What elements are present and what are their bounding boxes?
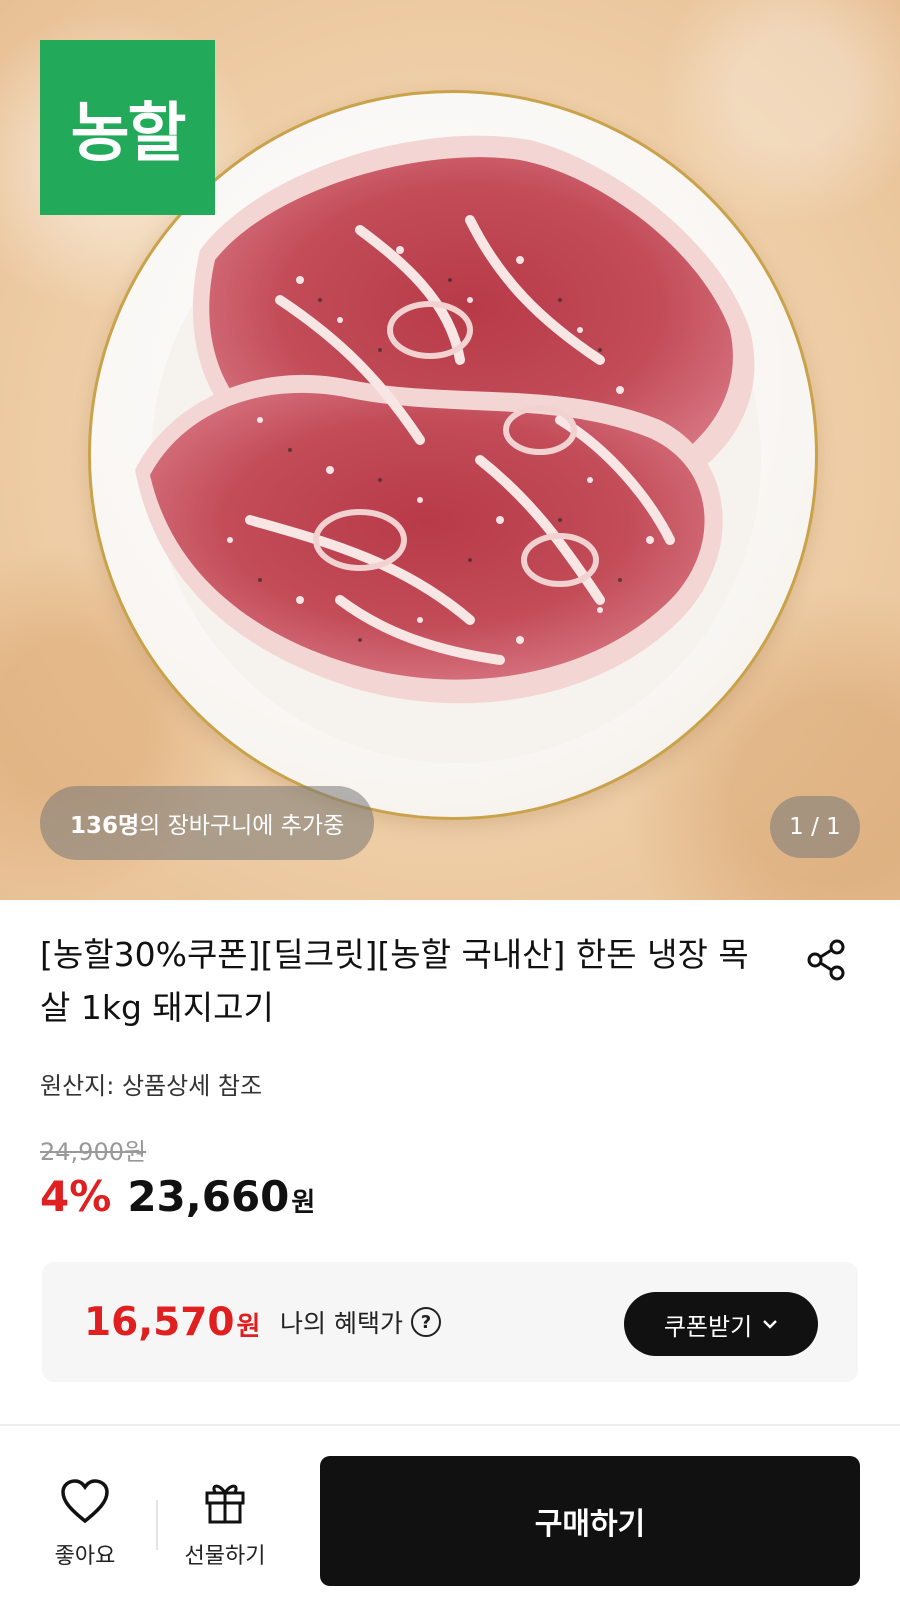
product-title: [농할30%쿠폰][딜크릿][농할 국내산] 한돈 냉장 목살 1kg 돼지고기 (40, 935, 749, 1027)
nonghal-logo: 농할 (40, 40, 215, 215)
gift-button[interactable]: 선물하기 (170, 1476, 280, 1570)
bottom-separator (156, 1500, 158, 1550)
product-image[interactable]: 농할 136명 의 장바구니에 추가중 1 / 1 (0, 0, 900, 900)
cart-count: 136명 (70, 813, 140, 839)
benefit-price-box: 16,570 원 나의 혜택가 ? 쿠폰받기 (42, 1262, 858, 1382)
share-button[interactable] (802, 936, 850, 984)
benefit-label: 나의 혜택가 ? (280, 1304, 441, 1340)
gift-icon (205, 1484, 245, 1524)
benefit-price-value: 16,570 (84, 1300, 235, 1345)
heart-icon (61, 1479, 109, 1524)
cart-count-text: 의 장바구니에 추가중 (139, 813, 345, 839)
sale-price-unit: 원 (291, 1188, 316, 1218)
price-row: 4% 23,660 원 (40, 1172, 315, 1221)
bottom-bar-divider (0, 1424, 900, 1426)
gift-label: 선물하기 (184, 1544, 266, 1569)
benefit-price: 16,570 원 (84, 1300, 260, 1345)
chevron-down-icon (763, 1320, 778, 1329)
buy-button[interactable]: 구매하기 (320, 1456, 860, 1586)
original-price: 24,900원 (40, 1138, 147, 1166)
sale-price: 23,660 (127, 1172, 290, 1221)
benefit-price-unit: 원 (236, 1312, 261, 1342)
help-icon[interactable]: ? (410, 1307, 441, 1337)
like-label: 좋아요 (54, 1544, 116, 1569)
get-coupon-button[interactable]: 쿠폰받기 (624, 1292, 818, 1356)
origin-info: 원산지: 상품상세 참조 (40, 1072, 263, 1100)
share-icon (807, 939, 845, 981)
discount-rate: 4% (40, 1172, 112, 1221)
cart-count-badge: 136명 의 장바구니에 추가중 (40, 786, 375, 860)
like-button[interactable]: 좋아요 (30, 1476, 140, 1570)
image-page-indicator: 1 / 1 (770, 796, 860, 858)
